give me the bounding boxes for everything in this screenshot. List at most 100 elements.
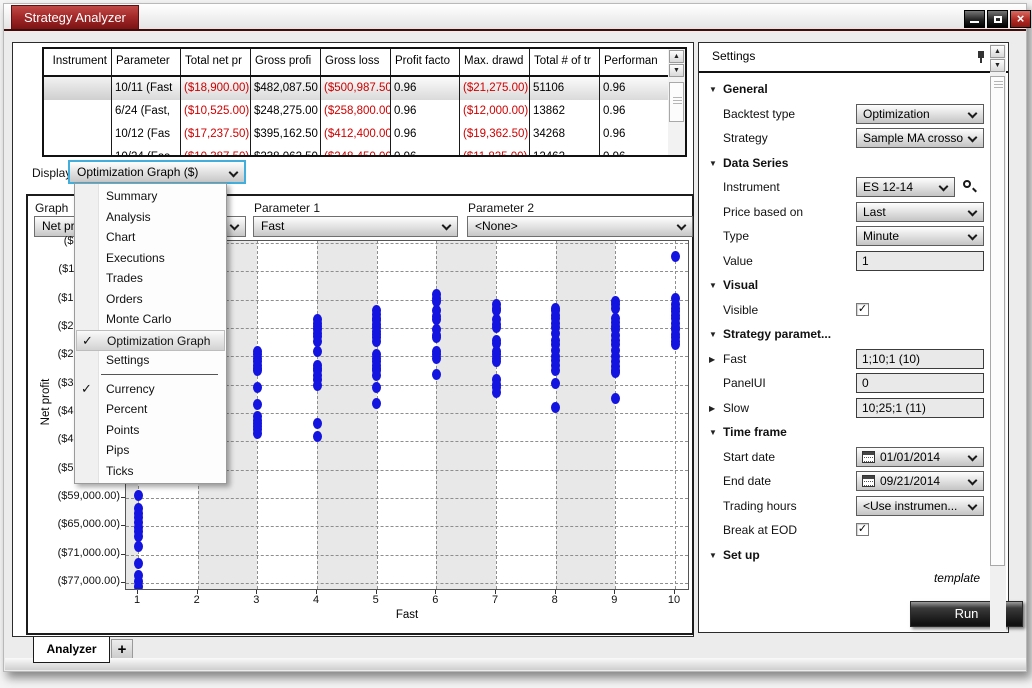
section-expander-icon[interactable]: ▼ bbox=[709, 159, 717, 168]
display-dropdown[interactable]: Optimization Graph ($) bbox=[68, 160, 246, 184]
grid-scrollbar[interactable]: ▲▼ bbox=[668, 49, 685, 155]
search-handle bbox=[972, 188, 977, 193]
pin-icon[interactable] bbox=[976, 51, 986, 63]
x-tick-label: 6 bbox=[415, 594, 455, 606]
data-point bbox=[611, 367, 620, 378]
column-header-gross-loss[interactable]: Gross loss bbox=[321, 49, 391, 75]
menu-item-pips[interactable]: Pips bbox=[76, 440, 225, 461]
table-row[interactable]: 10/24 (Fas($10,387.50)$238,062.50($248,4… bbox=[44, 146, 670, 157]
setting-label-end-date: End date bbox=[723, 474, 771, 488]
table-row[interactable]: 10/12 (Fas($17,237.50)$395,162.50($412,4… bbox=[44, 123, 670, 146]
calendar-icon-grid bbox=[864, 457, 873, 462]
dropdown-start-date[interactable]: 01/01/2014 bbox=[856, 447, 984, 467]
section-header-data-series[interactable]: Data Series bbox=[723, 156, 788, 170]
dropdown-strategy[interactable]: Sample MA crosso bbox=[856, 128, 984, 148]
section-header-strategy-paramet-[interactable]: Strategy paramet... bbox=[723, 327, 831, 341]
tab-analyzer[interactable]: Analyzer bbox=[33, 637, 110, 663]
dropdown-price-based-on[interactable]: Last bbox=[856, 202, 984, 222]
minimize-button[interactable] bbox=[964, 10, 985, 28]
menu-item-monte-carlo[interactable]: Monte Carlo bbox=[76, 309, 225, 330]
menu-separator bbox=[101, 374, 218, 375]
column-header-gross-profi[interactable]: Gross profi bbox=[251, 49, 321, 75]
table-cell: 0.96 bbox=[391, 77, 460, 100]
table-cell bbox=[44, 77, 112, 100]
scrollbar-thumb[interactable] bbox=[990, 76, 1005, 566]
column-header-total-net-pr[interactable]: Total net pr bbox=[181, 49, 251, 75]
table-cell bbox=[44, 146, 112, 157]
menu-item-orders[interactable]: Orders bbox=[76, 289, 225, 310]
data-point bbox=[253, 365, 262, 376]
search-icon[interactable] bbox=[962, 179, 978, 195]
y-tick-mark bbox=[121, 525, 125, 526]
table-cell: 0.96 bbox=[391, 100, 460, 123]
run-button[interactable]: Run bbox=[910, 601, 1023, 627]
chevron-down-icon bbox=[968, 108, 978, 118]
menu-item-points[interactable]: Points bbox=[76, 420, 225, 441]
column-header-total-of-tr[interactable]: Total # of tr bbox=[530, 49, 600, 75]
dropdown-type[interactable]: Minute bbox=[856, 226, 984, 246]
menu-item-executions[interactable]: Executions bbox=[76, 248, 225, 269]
results-grid[interactable]: InstrumentParameterTotal net prGross pro… bbox=[42, 47, 687, 157]
x-tick-label: 5 bbox=[356, 594, 396, 606]
calendar-icon bbox=[862, 451, 875, 463]
template-link[interactable]: template bbox=[934, 571, 980, 585]
window-title-tab[interactable]: Strategy Analyzer bbox=[11, 5, 139, 29]
table-cell: 10/11 (Fast bbox=[112, 77, 181, 100]
scroll-up-button[interactable]: ▲ bbox=[990, 45, 1005, 58]
input-fast[interactable]: 1;10;1 (10) bbox=[856, 349, 984, 369]
dropdown-backtest-type[interactable]: Optimization bbox=[856, 104, 984, 124]
checkbox-visible[interactable]: ✓ bbox=[856, 303, 869, 316]
column-header-instrument[interactable]: Instrument bbox=[44, 49, 112, 75]
x-tick-label: 9 bbox=[594, 594, 634, 606]
table-cell: 0.96 bbox=[391, 123, 460, 146]
column-header-max-drawd[interactable]: Max. drawd bbox=[460, 49, 530, 75]
column-header-performan[interactable]: Performan bbox=[600, 49, 670, 75]
dropdown-trading-hours[interactable]: <Use instrumen... bbox=[856, 496, 984, 516]
menu-item-trades[interactable]: Trades bbox=[76, 268, 225, 289]
column-header-profit-facto[interactable]: Profit facto bbox=[391, 49, 460, 75]
table-row[interactable]: 6/24 (Fast,($10,525.00)$248,275.00($258,… bbox=[44, 100, 670, 123]
section-header-visual[interactable]: Visual bbox=[723, 278, 758, 292]
shaded-band bbox=[436, 241, 496, 589]
menu-item-currency[interactable]: ✓Currency bbox=[76, 379, 225, 400]
section-header-set-up[interactable]: Set up bbox=[723, 548, 760, 562]
scroll-down-button[interactable]: ▼ bbox=[669, 64, 684, 77]
x-tick-mark bbox=[674, 590, 675, 594]
dropdown-instrument[interactable]: ES 12-14 bbox=[856, 177, 955, 197]
section-expander-icon[interactable]: ▼ bbox=[709, 551, 717, 560]
menu-item-ticks[interactable]: Ticks bbox=[76, 461, 225, 482]
section-header-general[interactable]: General bbox=[723, 82, 768, 96]
menu-item-analysis[interactable]: Analysis bbox=[76, 207, 225, 228]
menu-item-percent[interactable]: Percent bbox=[76, 399, 225, 420]
scroll-down-button[interactable]: ▼ bbox=[990, 59, 1005, 72]
section-expander-icon[interactable]: ▼ bbox=[709, 281, 717, 290]
parameter1-dropdown[interactable]: Fast bbox=[253, 216, 458, 237]
maximize-button[interactable] bbox=[987, 10, 1008, 28]
close-button[interactable]: × bbox=[1010, 10, 1031, 28]
setting-label-visible: Visible bbox=[723, 303, 758, 317]
input-slow[interactable]: 10;25;1 (11) bbox=[856, 398, 984, 418]
section-expander-icon[interactable]: ▼ bbox=[709, 428, 717, 437]
input-value[interactable]: 1 bbox=[856, 251, 984, 271]
table-row[interactable]: 10/11 (Fast($18,900.00)$482,087.50($500,… bbox=[44, 77, 670, 100]
parameter2-dropdown[interactable]: <None> bbox=[467, 216, 693, 237]
table-cell: ($412,400.00) bbox=[321, 123, 391, 146]
section-header-time-frame[interactable]: Time frame bbox=[723, 425, 787, 439]
column-header-parameter[interactable]: Parameter bbox=[112, 49, 181, 75]
input-panelui[interactable]: 0 bbox=[856, 373, 984, 393]
settings-scrollbar[interactable]: ▲▼ bbox=[990, 44, 1006, 631]
section-expander-icon[interactable]: ▼ bbox=[709, 85, 717, 94]
scrollbar-thumb[interactable] bbox=[669, 82, 684, 122]
menu-item-chart[interactable]: Chart bbox=[76, 227, 225, 248]
dropdown-end-date[interactable]: 09/21/2014 bbox=[856, 471, 984, 491]
table-cell: 0.96 bbox=[600, 146, 670, 157]
row-expander-icon[interactable]: ▶ bbox=[709, 355, 715, 364]
menu-item-settings[interactable]: Settings bbox=[76, 350, 225, 371]
menu-item-summary[interactable]: Summary bbox=[76, 186, 225, 207]
row-expander-icon[interactable]: ▶ bbox=[709, 404, 715, 413]
section-expander-icon[interactable]: ▼ bbox=[709, 330, 717, 339]
scroll-up-button[interactable]: ▲ bbox=[669, 50, 684, 63]
checkbox-break-at-eod[interactable]: ✓ bbox=[856, 523, 869, 536]
chevron-down-icon bbox=[677, 221, 687, 231]
menu-item-optimization-graph[interactable]: ✓Optimization Graph bbox=[76, 330, 225, 351]
